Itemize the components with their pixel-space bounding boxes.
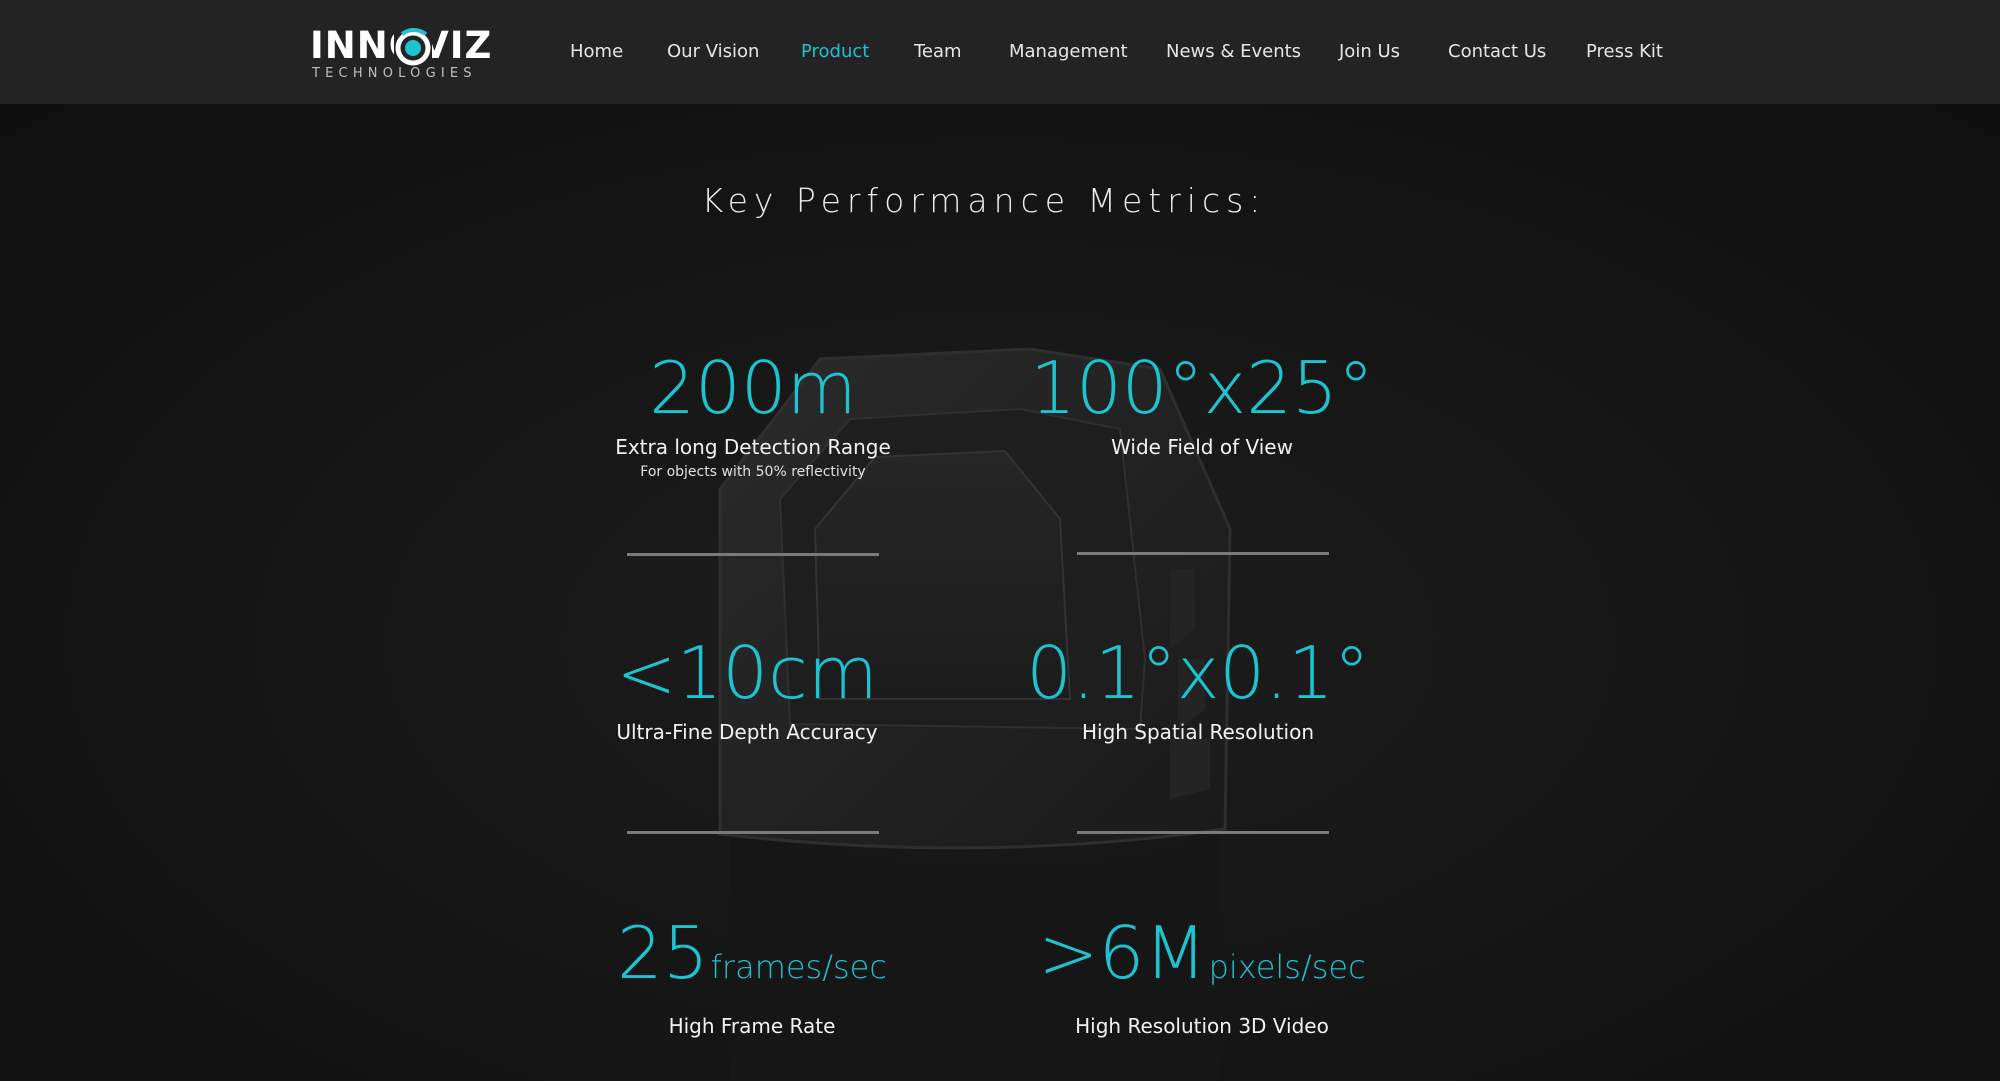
metric-value: 0.1°x0.1° <box>1026 631 1370 715</box>
nav-item-press-kit[interactable]: Press Kit <box>1586 40 1663 64</box>
section-title: Key Performance Metrics: <box>701 181 1267 220</box>
metric-detection-range: 200m Extra long Detection Range For obje… <box>543 348 963 482</box>
divider-line <box>627 553 879 556</box>
nav-item-home[interactable]: Home <box>570 40 623 64</box>
metric-label: Wide Field of View <box>1111 435 1293 459</box>
metric-depth-accuracy: <10cm Ultra-Fine Depth Accuracy <box>537 633 957 745</box>
metric-value: 100°x25° <box>1030 346 1374 430</box>
main-nav: Home Our Vision Product Team Management … <box>0 0 2000 104</box>
nav-item-join-us[interactable]: Join Us <box>1339 40 1400 64</box>
site-header: INNOVIZ TECHNOLOGIES Home Our Vision Pro… <box>0 0 2000 104</box>
nav-item-news-events[interactable]: News & Events <box>1166 40 1301 64</box>
metric-unit: frames/sec <box>710 948 887 986</box>
divider-line <box>1077 552 1329 555</box>
nav-item-management[interactable]: Management <box>1009 40 1128 64</box>
metric-value: 200m <box>649 346 857 430</box>
metric-label: High Spatial Resolution <box>1081 720 1315 744</box>
divider-line <box>1077 831 1329 834</box>
metric-value: >6Mpixels/sec <box>1038 911 1366 995</box>
metric-label: Ultra-Fine Depth Accuracy <box>616 720 878 744</box>
metric-label: Extra long Detection Range <box>615 435 891 459</box>
metric-note: For objects with 50% reflectivity <box>640 464 866 480</box>
metric-spatial-resolution: 0.1°x0.1° High Spatial Resolution <box>988 633 1408 745</box>
metric-3d-video: >6Mpixels/sec High Resolution 3D Video <box>992 913 1412 1039</box>
nav-item-our-vision[interactable]: Our Vision <box>667 40 759 64</box>
metric-unit: pixels/sec <box>1208 948 1366 986</box>
metric-label: High Frame Rate <box>668 1014 836 1038</box>
metric-field-of-view: 100°x25° Wide Field of View <box>992 348 1412 460</box>
nav-item-product[interactable]: Product <box>801 40 869 64</box>
nav-item-team[interactable]: Team <box>914 40 962 64</box>
nav-item-contact-us[interactable]: Contact Us <box>1448 40 1546 64</box>
metric-value: 25frames/sec <box>617 911 887 995</box>
metric-label: High Resolution 3D Video <box>1075 1014 1329 1038</box>
metric-frame-rate: 25frames/sec High Frame Rate <box>542 913 962 1039</box>
divider-line <box>627 831 879 834</box>
metric-value: <10cm <box>616 631 878 715</box>
